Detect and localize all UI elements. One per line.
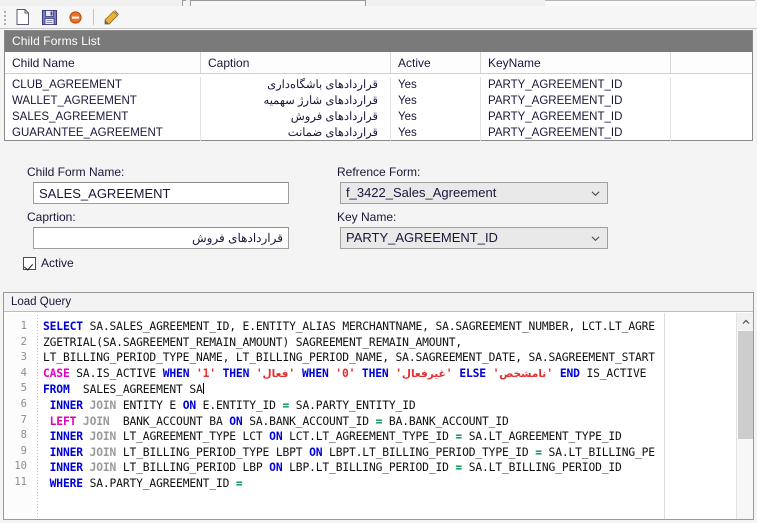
code-fold-bar[interactable] <box>33 313 42 519</box>
line-number: 4 <box>20 366 27 379</box>
key-name-select[interactable]: PARTY_AGREEMENT_ID <box>340 227 608 249</box>
checkbox-box <box>23 256 36 270</box>
cell-child-name: WALLET_AGREEMENT <box>5 93 201 109</box>
cell-caption: قراردادهای شارژ سهمیه <box>201 93 391 109</box>
table-row[interactable]: SALES_AGREEMENT قراردادهای فروش Yes PART… <box>5 109 752 125</box>
cell-child-name: CLUB_AGREEMENT <box>5 77 201 93</box>
key-name-label: Key Name: <box>337 210 397 224</box>
toolbar <box>0 6 757 29</box>
cell-active: Yes <box>391 93 481 109</box>
code-line-3: LT_BILLING_PERIOD_TYPE_NAME, LT_BILLING_… <box>43 351 655 365</box>
reference-form-select[interactable]: f_3422_Sales_Agreement <box>340 182 608 204</box>
table-row[interactable]: WALLET_AGREEMENT قراردادهای شارژ سهمیه Y… <box>5 93 752 109</box>
line-number: 10 <box>14 460 27 473</box>
scroll-up-button[interactable] <box>737 313 753 330</box>
save-icon <box>41 9 57 25</box>
column-header-child-name[interactable]: Child Name <box>5 52 201 73</box>
save-button[interactable] <box>36 6 62 28</box>
line-number: 2 <box>20 335 27 348</box>
line-number: 11 <box>14 475 27 488</box>
code-line-6: INNER JOIN ENTITY E ON E.ENTITY_ID = SA.… <box>49 398 416 412</box>
cell-child-name: GUARANTEE_AGREEMENT <box>5 125 201 141</box>
cell-caption: قراردادهای فروش <box>201 109 391 125</box>
cell-active: Yes <box>391 125 481 141</box>
column-header-active[interactable]: Active <box>391 52 481 73</box>
key-name-value: PARTY_AGREEMENT_ID <box>346 230 498 245</box>
child-form-name-label: Child Form Name: <box>27 165 125 179</box>
cell-active: Yes <box>391 109 481 125</box>
persian-string-inactive: غیرفعال <box>401 367 446 380</box>
active-checkbox-label: Active <box>41 256 74 270</box>
code-line-4: CASE SA.IS_ACTIVE WHEN '1' THEN 'فعال' W… <box>43 366 647 380</box>
scrollbar-thumb[interactable] <box>738 331 753 439</box>
caption-input[interactable] <box>33 227 289 249</box>
cell-blank <box>671 93 752 109</box>
code-line-5: FROM SALES_AGREEMENT SA <box>43 383 204 397</box>
line-number: 1 <box>20 320 27 332</box>
cell-caption: قراردادهای باشگاه‌داری <box>201 77 391 93</box>
cell-keyname: PARTY_AGREEMENT_ID <box>481 109 671 125</box>
cell-keyname: PARTY_AGREEMENT_ID <box>481 125 671 141</box>
delete-icon <box>68 10 82 24</box>
caption-label: Caprtion: <box>27 210 76 224</box>
column-header-blank[interactable] <box>671 52 752 73</box>
active-checkbox[interactable]: Active <box>23 256 74 270</box>
sql-editor[interactable]: 1 2 3 4 5 6 7 8 9 10 11 SELECT SA.SALES_… <box>4 313 753 519</box>
cell-blank <box>671 109 752 125</box>
line-number: 5 <box>20 382 27 395</box>
chevron-down-icon <box>591 236 600 242</box>
cell-keyname: PARTY_AGREEMENT_ID <box>481 93 671 109</box>
toolbar-grip[interactable] <box>0 6 10 29</box>
editor-vertical-scrollbar[interactable] <box>736 313 753 519</box>
line-number: 6 <box>20 397 27 410</box>
new-document-button[interactable] <box>10 6 36 28</box>
table-row[interactable]: GUARANTEE_AGREEMENT قراردادهای ضمانت Yes… <box>5 125 752 141</box>
column-header-caption[interactable]: Caption <box>201 52 391 73</box>
code-line-2: ZGETRIAL(SA.SAGREEMENT_REMAIN_AMOUNT) SA… <box>43 335 463 349</box>
column-header-keyname[interactable]: KeyName <box>481 52 671 73</box>
cell-caption: قراردادهای ضمانت <box>201 125 391 141</box>
chevron-down-icon <box>591 191 600 197</box>
edit-icon <box>104 10 119 25</box>
cell-child-name: SALES_AGREEMENT <box>5 109 201 125</box>
load-query-panel: Load Query 1 2 3 4 5 6 7 8 9 10 11 SELEC… <box>3 292 754 520</box>
code-line-7: LEFT JOIN BANK_ACCOUNT BA ON SA.BANK_ACC… <box>49 414 509 428</box>
child-forms-grid: Child Forms List Child Name Caption Acti… <box>4 30 753 141</box>
line-number: 8 <box>20 429 27 442</box>
child-forms-window: Child Forms List Child Name Caption Acti… <box>0 0 757 523</box>
cell-blank <box>671 77 752 93</box>
persian-string-active: فعال <box>262 367 289 380</box>
table-row[interactable]: CLUB_AGREEMENT قراردادهای باشگاه‌داری Ye… <box>5 77 752 93</box>
grid-header-row: Child Name Caption Active KeyName <box>5 52 752 74</box>
chevron-up-icon <box>742 319 749 324</box>
cell-active: Yes <box>391 77 481 93</box>
code-line-11: WHERE SA.PARTY_AGREEMENT_ID = <box>49 476 243 490</box>
detail-form: Child Form Name: Caprtion: Active Refren… <box>0 146 757 290</box>
sql-code-area[interactable]: SELECT SA.SALES_AGREEMENT_ID, E.ENTITY_A… <box>43 313 735 519</box>
reference-form-label: Refrence Form: <box>337 165 421 179</box>
cell-blank <box>671 125 752 141</box>
toolbar-separator <box>93 9 94 25</box>
code-line-10: INNER JOIN LT_BILLING_PERIOD LBP ON LBP.… <box>49 461 622 475</box>
line-number: 7 <box>20 413 27 426</box>
line-number: 9 <box>20 444 27 457</box>
code-line-8: INNER JOIN LT_AGREEMENT_TYPE LCT ON LCT.… <box>49 430 622 444</box>
new-document-icon <box>16 9 29 25</box>
grid-caption: Child Forms List <box>5 31 752 52</box>
load-query-caption: Load Query <box>4 293 753 312</box>
code-line-1: SELECT SA.SALES_AGREEMENT_ID, E.ENTITY_A… <box>43 320 655 333</box>
line-number: 3 <box>20 351 27 364</box>
line-number-gutter: 1 2 3 4 5 6 7 8 9 10 11 <box>4 313 32 519</box>
delete-button[interactable] <box>62 6 88 28</box>
cell-keyname: PARTY_AGREEMENT_ID <box>481 77 671 93</box>
code-line-9: INNER JOIN LT_BILLING_PERIOD_TYPE LBPT O… <box>49 445 655 459</box>
persian-string-unknown: نامشخص <box>499 367 547 380</box>
reference-form-value: f_3422_Sales_Agreement <box>346 185 497 200</box>
child-form-name-input[interactable] <box>33 182 289 204</box>
edit-button[interactable] <box>99 6 125 28</box>
